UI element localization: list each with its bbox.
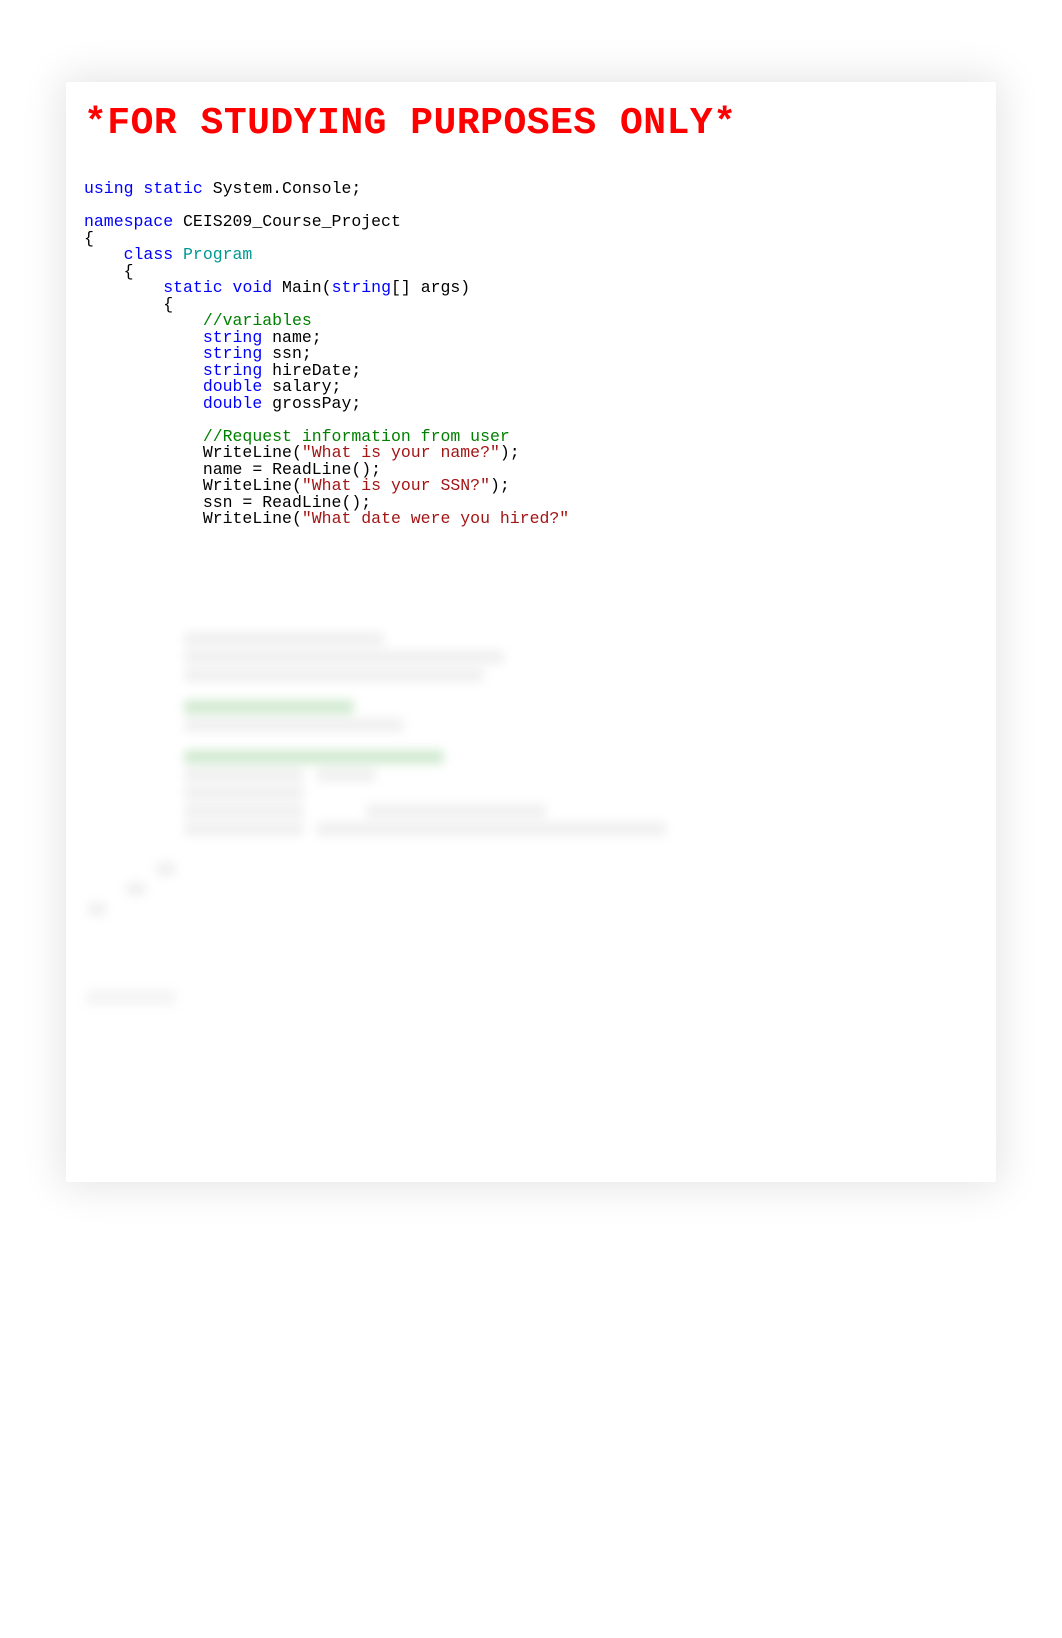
keyword-void: void	[233, 278, 273, 297]
redacted-region	[184, 822, 304, 836]
redacted-region	[316, 768, 376, 782]
redacted-region	[126, 882, 146, 896]
redacted-region	[88, 902, 106, 916]
text: System.Console;	[203, 179, 361, 198]
keyword-string: string	[332, 278, 391, 297]
redacted-region	[184, 750, 444, 764]
namespace-name: CEIS209_Course_Project	[173, 212, 401, 231]
type-name: Program	[173, 245, 252, 264]
redacted-region	[184, 668, 484, 682]
text: );	[500, 443, 520, 462]
code-block: using static System.Console; namespace C…	[84, 181, 978, 528]
redacted-region	[184, 768, 304, 782]
document-page: *FOR STUDYING PURPOSES ONLY* using stati…	[66, 82, 996, 1182]
text: );	[490, 476, 510, 495]
brace: {	[163, 295, 173, 314]
redacted-region	[184, 632, 384, 646]
redacted-region	[366, 804, 546, 818]
redacted-region	[316, 822, 666, 836]
text: Main(	[272, 278, 331, 297]
keyword-static: static	[143, 179, 202, 198]
brace: {	[124, 262, 134, 281]
keyword-using: using	[84, 179, 134, 198]
redacted-region	[184, 718, 404, 732]
page-fade	[66, 922, 996, 1182]
redacted-region	[184, 804, 304, 818]
brace: {	[84, 229, 94, 248]
redacted-region	[184, 700, 354, 714]
text: WriteLine(	[203, 509, 302, 528]
page-title: *FOR STUDYING PURPOSES ONLY*	[84, 102, 978, 145]
keyword-namespace: namespace	[84, 212, 173, 231]
text: grossPay;	[262, 394, 361, 413]
text: [] args)	[391, 278, 470, 297]
redacted-region	[184, 650, 504, 664]
redacted-region	[86, 990, 176, 1006]
keyword-double: double	[203, 394, 262, 413]
string-literal: "What date were you hired?"	[302, 509, 569, 528]
redacted-region	[184, 786, 304, 800]
redacted-region	[156, 862, 176, 876]
